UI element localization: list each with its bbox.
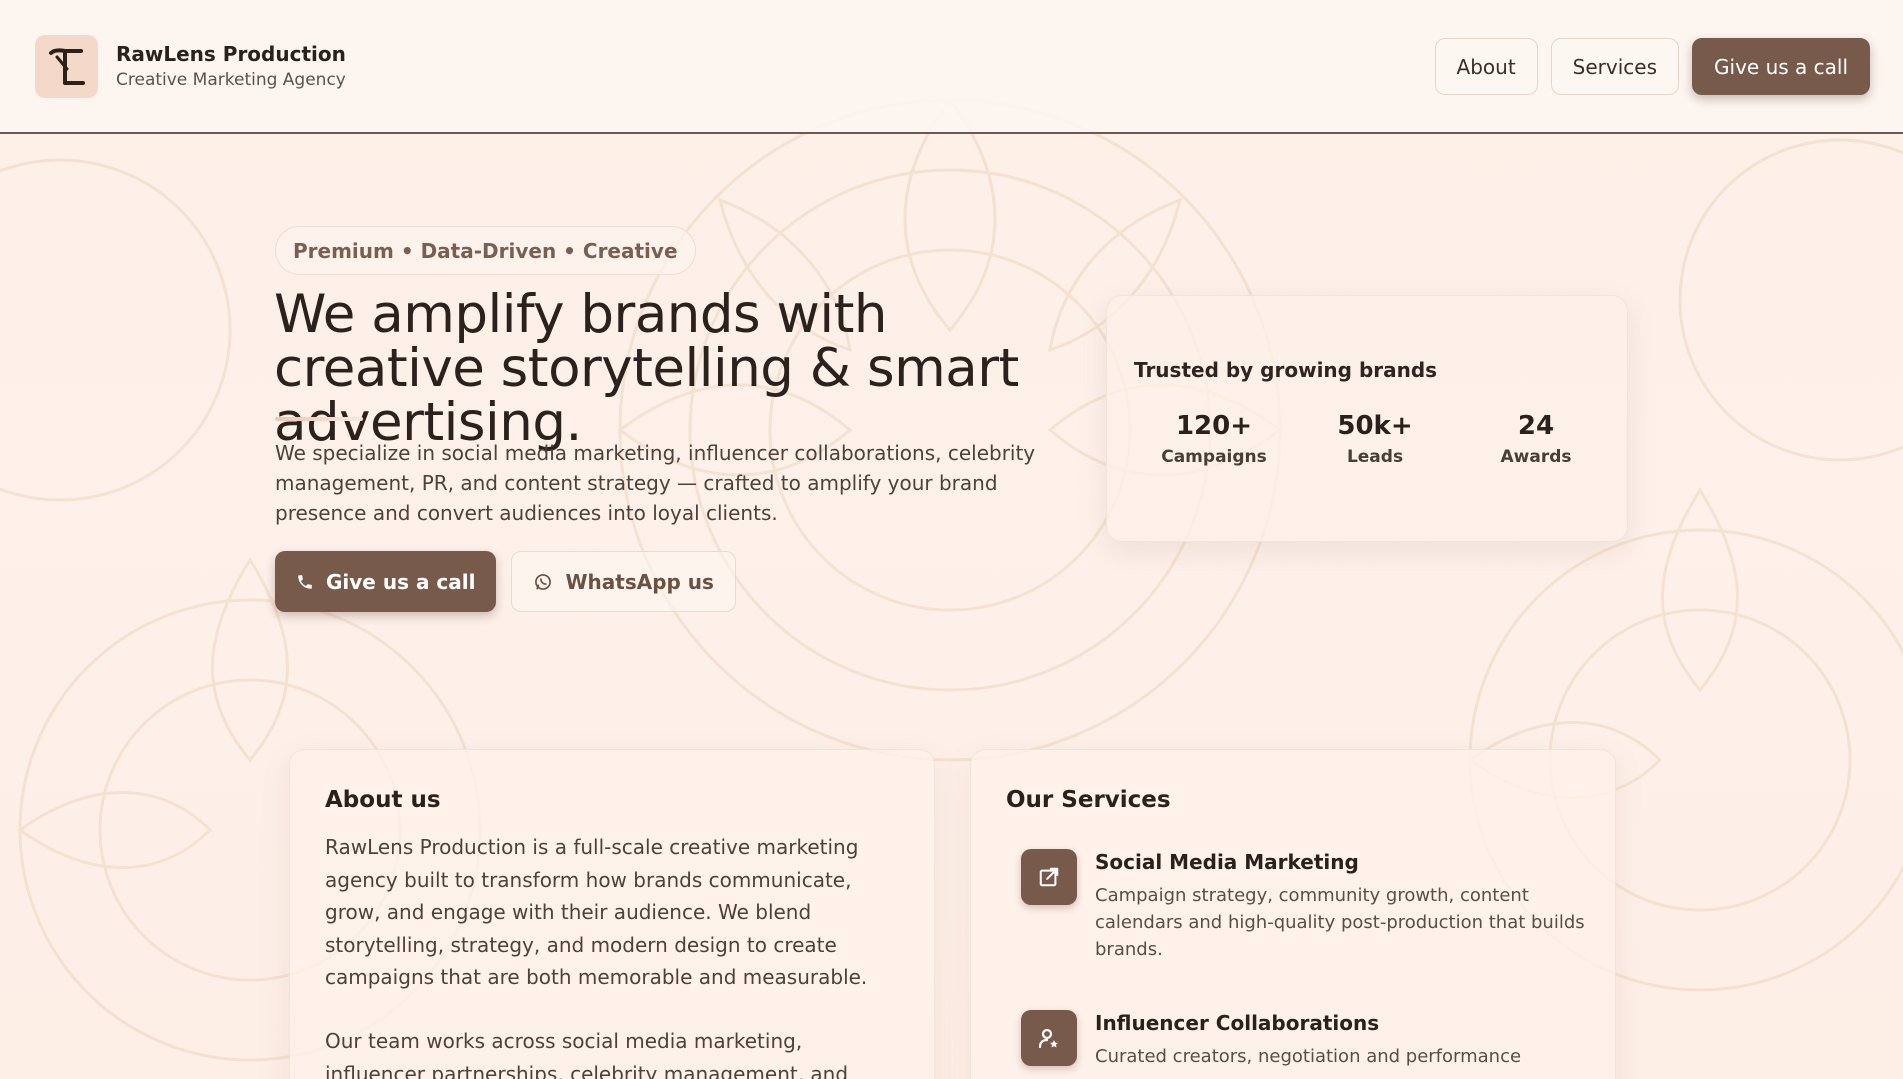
stat-leads: 50k+ Leads [1295, 411, 1455, 467]
stat-campaigns: 120+ Campaigns [1134, 411, 1294, 467]
give-us-a-call-label: Give us a call [326, 569, 476, 594]
stats-title: Trusted by growing brands [1134, 358, 1438, 382]
main-nav: About Services Give us a call [1434, 38, 1870, 95]
stat-value: 24 [1517, 411, 1555, 441]
give-us-a-call-button[interactable]: Give us a call [275, 551, 497, 612]
hero-description: We specialize in social media marketing,… [275, 441, 1036, 525]
hero-pill: Premium • Data-Driven • Creative [275, 226, 696, 275]
rl-monogram-logo [35, 35, 98, 98]
stat-value: 50k+ [1337, 411, 1413, 441]
about-title: About us [325, 787, 441, 813]
nav-about-button[interactable]: About [1434, 38, 1538, 95]
stat-label: Leads [1346, 447, 1404, 467]
services-title: Our Services [1006, 787, 1171, 813]
nav-services-button[interactable]: Services [1550, 38, 1680, 95]
brand-tagline: Creative Marketing Agency [116, 69, 346, 90]
site-header: RawLens Production Creative Marketing Ag… [0, 0, 1903, 134]
whatsapp-us-label: WhatsApp us [565, 569, 714, 594]
stat-label: Campaigns [1161, 447, 1267, 467]
service-name: Social Media Marketing [1095, 850, 1359, 874]
hero-cta-row: Give us a call WhatsApp us [275, 551, 736, 612]
brand-name: RawLens Production [116, 41, 346, 66]
brand[interactable]: RawLens Production Creative Marketing Ag… [35, 35, 346, 98]
service-item-influencer[interactable]: Influencer Collaborations Curated creato… [1021, 1010, 1585, 1070]
title-underline [275, 417, 363, 421]
service-name: Influencer Collaborations [1095, 1011, 1380, 1035]
service-description: Curated creators, negotiation and perfor… [1095, 1046, 1522, 1067]
user-star-icon [1021, 1010, 1077, 1066]
about-paragraph-1: RawLens Production is a full-scale creat… [325, 835, 868, 989]
whatsapp-us-button[interactable]: WhatsApp us [511, 551, 736, 612]
nav-call-button[interactable]: Give us a call [1692, 38, 1870, 95]
service-item-social-media[interactable]: Social Media Marketing Campaign strategy… [1021, 849, 1585, 963]
stat-label: Awards [1500, 447, 1572, 467]
hero-title: We amplify brands with creative storytel… [274, 284, 1019, 453]
service-description: Campaign strategy, community growth, con… [1095, 885, 1585, 960]
whatsapp-icon [533, 572, 553, 592]
trusted-stats-card: Trusted by growing brands 120+ Campaigns… [1106, 295, 1628, 542]
external-link-icon [1021, 849, 1077, 905]
services-card: Our Services Social Media Marketing Camp… [970, 749, 1616, 1079]
about-paragraph-2: Our team works across social media marke… [325, 1029, 849, 1079]
stat-value: 120+ [1175, 411, 1253, 441]
about-card: About us RawLens Production is a full-sc… [289, 749, 935, 1079]
stat-awards: 24 Awards [1456, 411, 1616, 467]
phone-icon [296, 573, 314, 591]
